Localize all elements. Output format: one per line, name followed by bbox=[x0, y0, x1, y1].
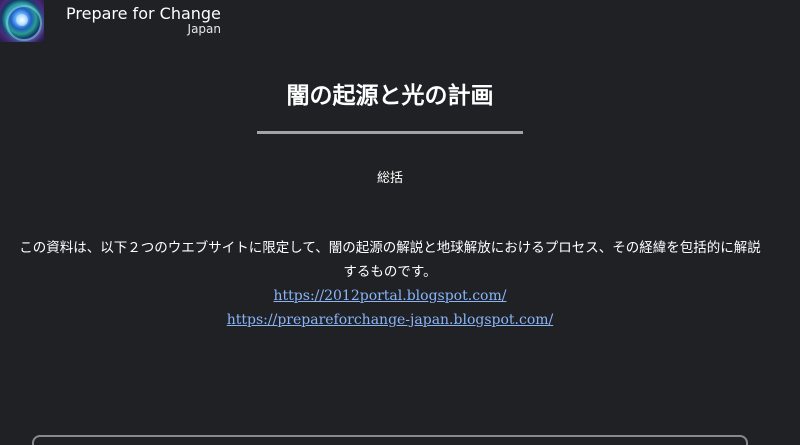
title-divider bbox=[257, 131, 523, 134]
content-card bbox=[32, 435, 748, 445]
source-links: https://2012portal.blogspot.com/ https:/… bbox=[0, 284, 780, 332]
intro-paragraph: この資料は、以下２つのウエブサイトに限定して、闇の起源の解説と地球解放におけるプ… bbox=[19, 240, 761, 280]
site-subtitle: Japan bbox=[187, 22, 221, 36]
link-prepareforchange-japan[interactable]: https://prepareforchange-japan.blogspot.… bbox=[0, 308, 780, 332]
section-label: 総括 bbox=[376, 171, 403, 186]
link-2012portal[interactable]: https://2012portal.blogspot.com/ bbox=[0, 284, 780, 308]
page-title: 闇の起源と光の計画 bbox=[286, 82, 494, 109]
site-header: Prepare for Change Japan bbox=[0, 0, 800, 44]
earth-logo-icon[interactable] bbox=[0, 0, 44, 42]
site-title[interactable]: Prepare for Change bbox=[66, 4, 221, 24]
